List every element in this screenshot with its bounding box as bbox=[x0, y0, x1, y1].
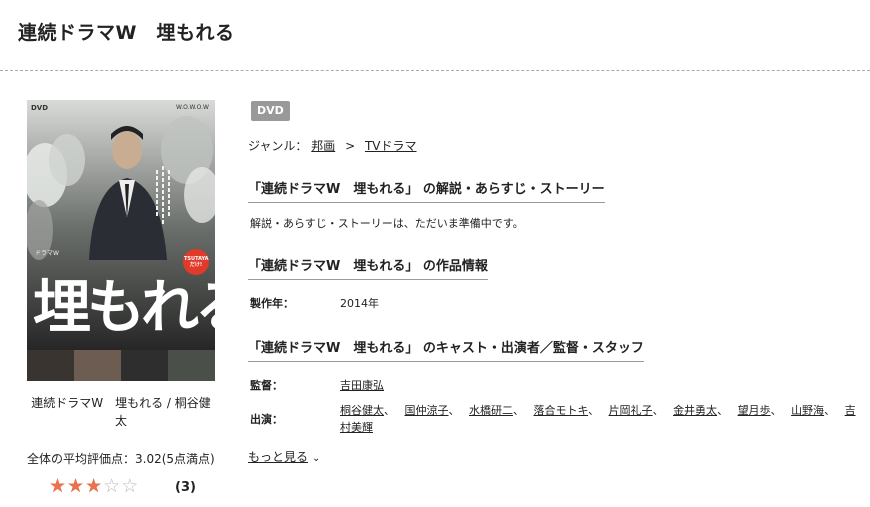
story-text: 解説・あらすじ・ストーリーは、ただいま準備中です。 bbox=[250, 217, 524, 230]
genre-breadcrumb: ジャンル： 邦画 > TVドラマ bbox=[248, 137, 417, 154]
director-link-wrapper: 吉田康弘 bbox=[340, 377, 384, 393]
poster-tag: TSUTAYAだけ! bbox=[184, 256, 209, 268]
star-outline-icon: ☆ bbox=[103, 475, 121, 497]
poster-drama-label: ドラマW bbox=[35, 250, 59, 257]
breadcrumb-separator: > bbox=[345, 139, 356, 153]
year-label: 製作年： bbox=[250, 297, 294, 310]
show-more-link[interactable]: もっと見る ⌄ bbox=[248, 448, 320, 465]
header-divider bbox=[0, 70, 870, 71]
cast-list: 桐谷健太、 国仲涼子、 水橋研二、 落合モトキ、 片岡礼子、 金井勇太、 望月歩… bbox=[340, 404, 856, 434]
cast-link[interactable]: 金井勇太 bbox=[673, 404, 717, 417]
format-badge: DVD bbox=[251, 101, 290, 121]
chevron-down-icon: ⌄ bbox=[312, 453, 321, 464]
director-label: 監督： bbox=[250, 379, 283, 392]
review-count[interactable]: (3) bbox=[175, 480, 196, 495]
info-section-title: 「連続ドラマW 埋もれる」 の作品情報 bbox=[248, 255, 488, 280]
cast-link[interactable]: 桐谷健太 bbox=[340, 404, 384, 417]
genre-label: ジャンル： bbox=[248, 139, 308, 153]
product-caption: 連続ドラマW 埋もれる / 桐谷健太 bbox=[31, 396, 211, 428]
director-link[interactable]: 吉田康弘 bbox=[340, 379, 384, 392]
year-value: 2014年 bbox=[340, 297, 379, 310]
poster-wowow-label: W.O.W.O.W bbox=[175, 104, 209, 111]
rating-stars: ★ ★ ★ ☆ ☆ bbox=[49, 476, 138, 496]
cast-link[interactable]: 水橋研二 bbox=[469, 404, 513, 417]
poster-big-title: 埋もれる bbox=[33, 273, 215, 341]
star-icon: ★ bbox=[49, 475, 67, 497]
cast-link[interactable]: 片岡礼子 bbox=[609, 404, 653, 417]
cast-link[interactable]: 国仲涼子 bbox=[405, 404, 449, 417]
cast-link[interactable]: 望月歩 bbox=[738, 404, 771, 417]
cast-link[interactable]: 山野海 bbox=[791, 404, 824, 417]
star-icon: ★ bbox=[67, 475, 85, 497]
star-icon: ★ bbox=[85, 475, 103, 497]
average-rating-text: 全体の平均評価点：3.02(5点満点) bbox=[27, 452, 215, 466]
star-outline-icon: ☆ bbox=[121, 475, 139, 497]
cast-link[interactable]: 落合モトキ bbox=[534, 404, 589, 417]
cast-section-title: 「連続ドラマW 埋もれる」 のキャスト・出演者／監督・スタッフ bbox=[248, 337, 644, 362]
page-title: 連続ドラマW 埋もれる bbox=[18, 22, 235, 44]
dvd-cover-image[interactable]: DVD W.O.W.O.W ドラマW 埋もれる TSUTAYAだけ! bbox=[27, 100, 215, 381]
story-section-title: 「連続ドラマW 埋もれる」 の解説・あらすじ・ストーリー bbox=[248, 178, 605, 203]
show-more-label: もっと見る bbox=[248, 450, 309, 464]
poster-dvd-label: DVD bbox=[31, 104, 49, 112]
genre-link-tv-drama[interactable]: TVドラマ bbox=[365, 139, 417, 153]
cast-label: 出演： bbox=[250, 413, 283, 426]
genre-link-japanese-film[interactable]: 邦画 bbox=[311, 139, 335, 153]
